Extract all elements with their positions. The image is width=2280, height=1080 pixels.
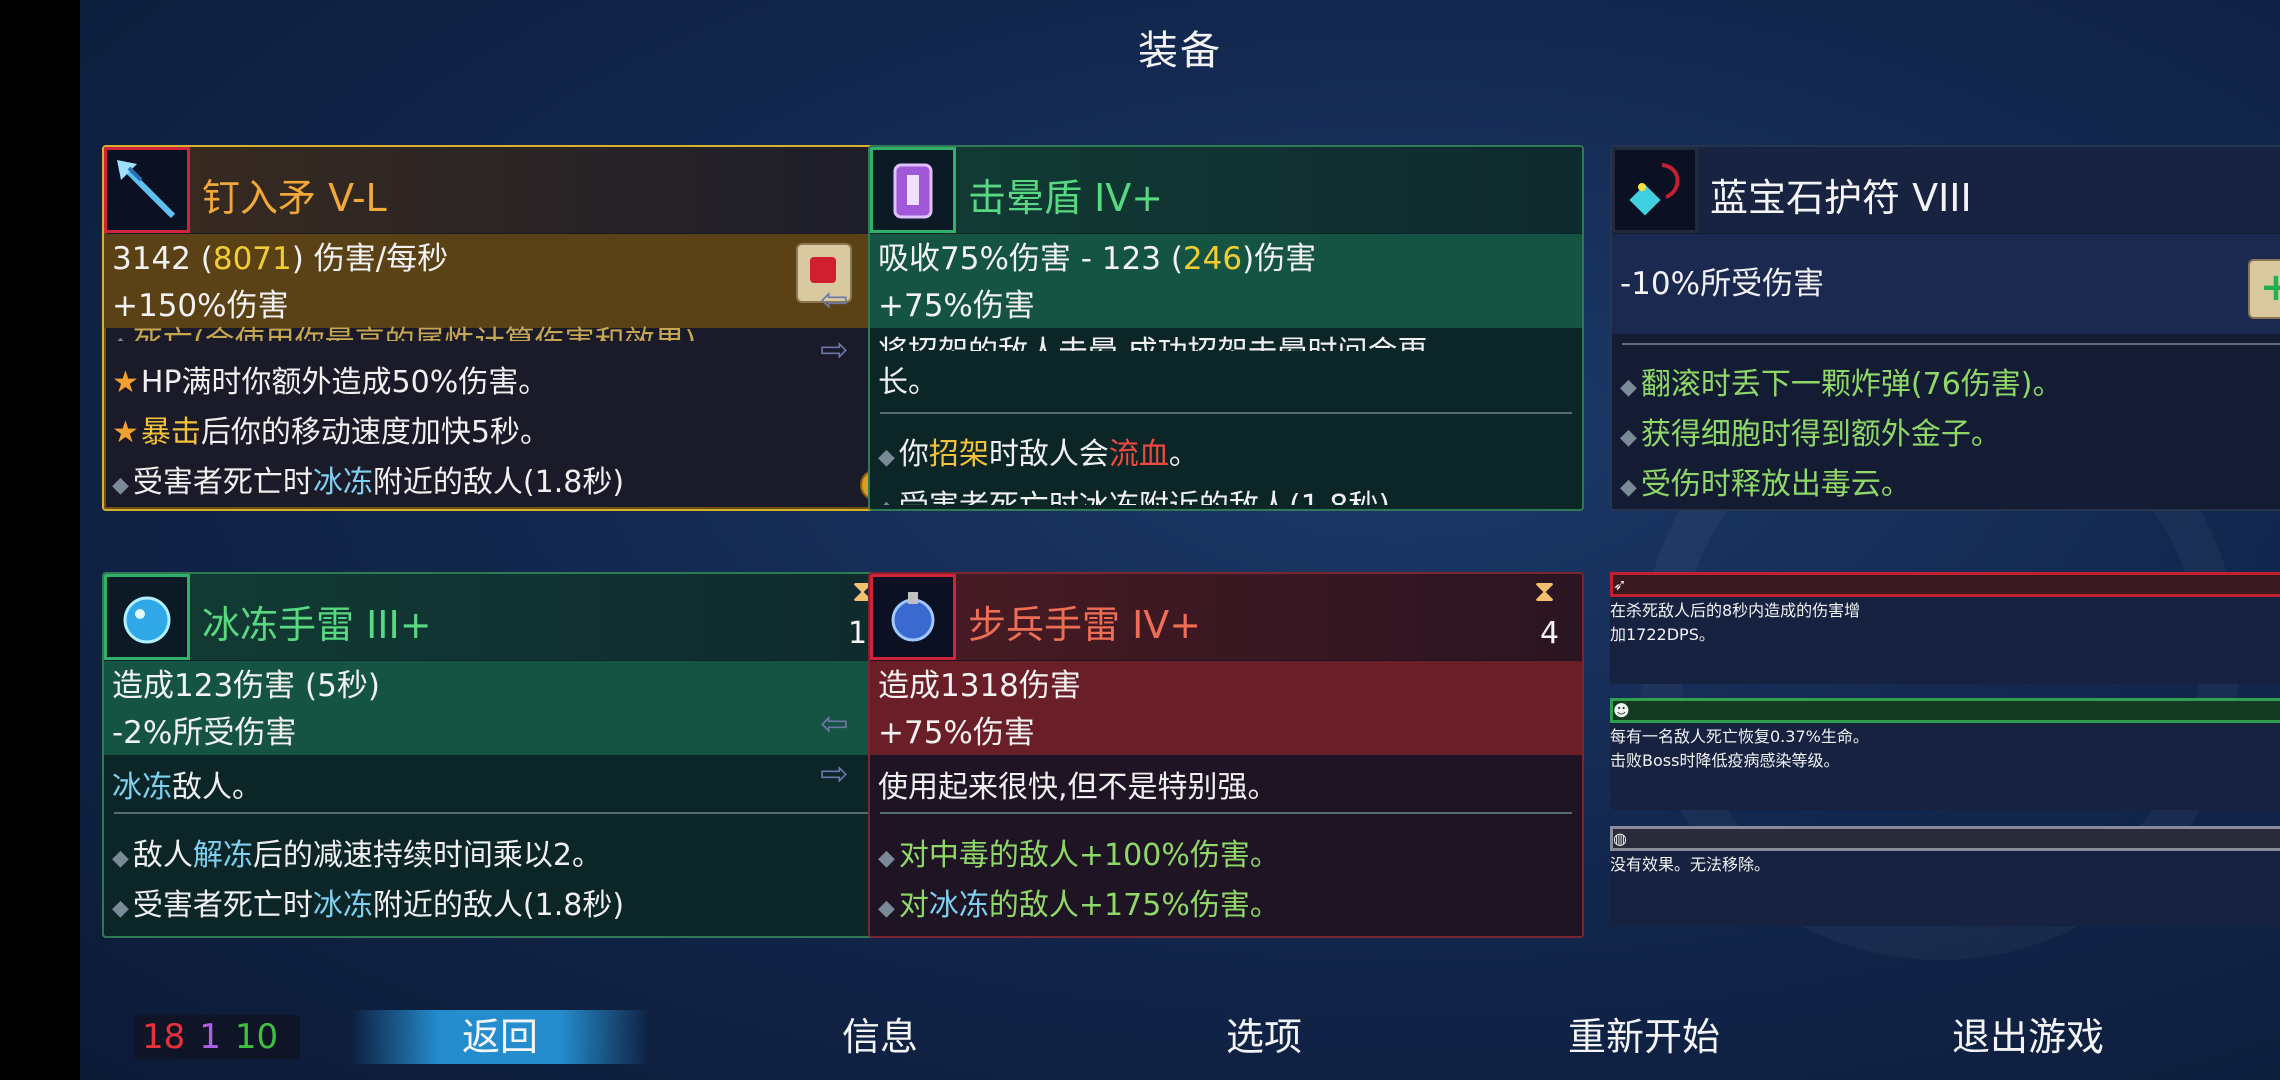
cooldown: 4 [1540, 616, 1560, 651]
perk-thaw-slow: ◆ 敌人解冻后的减速持续时间乘以2。 [112, 838, 603, 873]
divider [880, 412, 1572, 414]
dps-crit: 8071 [212, 241, 292, 277]
skill-slot-1[interactable]: 冰冻手雷 III+ ⧗ 18 造成123伤害 (5秒) -2%所受伤害 冰冻敌人… [102, 572, 902, 938]
mutation-3[interactable]: ◍ 没有效果。无法移除。 [1610, 826, 2280, 926]
quit-button[interactable]: 退出游戏 [1952, 1010, 2104, 1064]
desc-partial: 将招架的敌人击晕,成功招架击晕时间会更 [878, 327, 1428, 351]
mutation-2-text: 每有一名敌人死亡恢复0.37%生命。 击败Boss时降低疫病感染等级。 [1610, 727, 1869, 770]
survival-count: 10 [234, 1017, 279, 1057]
locked-mutation-icon: ◍ [1610, 826, 2280, 851]
swap-left-arrow-icon[interactable]: ⇦ [820, 704, 849, 744]
weapon-2-block: 吸收75%伤害 - 123 (246)伤害 [870, 234, 1582, 284]
weapon-2-bonus: +75%伤害 [870, 284, 1582, 328]
perk-partial: ◆受害者死亡时冰冻附近的敌人(1.8秒) [878, 481, 1390, 505]
mutation-1-text: 在杀死敌人后的8秒内造成的伤害增 加1722DPS。 [1610, 601, 1861, 644]
skill-2-desc: 使用起来很快,但不是特别强。 [878, 770, 1278, 805]
perk-frozen-bonus: ◆ 对冰冻的敌人+175%伤害。 [878, 888, 1280, 923]
amulet-stat: -10%所受伤害 [1612, 234, 2280, 334]
shield-icon [870, 147, 956, 233]
perk-toxic-cloud: ◆ 受伤时释放出毒云。 [1620, 467, 1911, 502]
hourglass-icon: ⧗ [1534, 574, 1556, 609]
skill-1-desc: 冰冻敌人。 [112, 770, 262, 805]
skill-1-header: 冰冻手雷 III+ [104, 574, 900, 660]
mutation-2[interactable]: ☻ 每有一名敌人死亡恢复0.37%生命。 击败Boss时降低疫病感染等级。 [1610, 698, 2280, 810]
perk-freeze-on-death: ◆ 受害者死亡时冰冻附近的敌人(1.8秒) [112, 888, 625, 923]
skill-2-bonus: +75%伤害 [870, 711, 1582, 755]
weapon-slot-2[interactable]: 击晕盾 IV+ 吸收75%伤害 - 123 (246)伤害 +75%伤害 将招架… [868, 145, 1584, 511]
swap-right-arrow-icon[interactable]: ⇨ [820, 330, 849, 370]
inventory-screen: 装备 钉入矛 V-L 3142 (8071) 伤害/每秒 +150%伤害 1 ◆… [80, 0, 2280, 1080]
skill-2-name: 步兵手雷 IV+ [968, 603, 1202, 647]
skill-2-header: 步兵手雷 IV+ [870, 574, 1582, 660]
infantry-grenade-icon [870, 574, 956, 660]
perk-extra-gold: ◆ 获得细胞时得到额外金子。 [1620, 417, 2001, 452]
crossbow-mutation-icon: ➶ [1610, 572, 2280, 597]
back-button[interactable]: 返回 [350, 1010, 650, 1064]
skill-1-damage: 造成123伤害 (5秒) [104, 661, 900, 711]
weapon-2-name: 击晕盾 IV+ [968, 176, 1164, 220]
star-icon: ★ [112, 415, 139, 450]
page-title: 装备 [1138, 28, 1222, 74]
divider [880, 812, 1572, 814]
tactics-count: 1 [199, 1017, 221, 1057]
weapon-2-header: 击晕盾 IV+ [870, 147, 1582, 233]
amulet-name: 蓝宝石护符 VIII [1710, 176, 1972, 220]
skill-1-defense: -2%所受伤害 [104, 711, 900, 755]
dps-unit: 伤害/每秒 [313, 241, 449, 277]
divider [114, 812, 890, 814]
swap-right-arrow-icon[interactable]: ⇨ [820, 754, 849, 794]
mutation-1[interactable]: ➶ 在杀死敌人后的8秒内造成的伤害增 加1722DPS。 [1610, 572, 2280, 684]
divider [1622, 343, 2280, 345]
weapon-1-header: 钉入矛 V-L [104, 147, 900, 233]
scroll-stats: 18 1 10 [134, 1015, 301, 1059]
desc-tail: 长。 [878, 365, 938, 400]
perk-crit-speed: ★暴击后你的移动速度加快5秒。 [112, 415, 550, 450]
scroll-icon [2248, 259, 2280, 319]
swap-left-arrow-icon[interactable]: ⇦ [820, 280, 849, 320]
perk-partial: ◆死亡(会使用你最高的属性计算伤害和效果) [112, 317, 696, 341]
star-icon: ★ [112, 365, 139, 400]
brutality-count: 18 [142, 1017, 186, 1057]
skill-2-damage: 造成1318伤害 [870, 661, 1582, 711]
dps-base: 3142 [112, 241, 191, 277]
amulet-header: 蓝宝石护符 VIII [1612, 147, 2280, 233]
restart-button[interactable]: 重新开始 [1568, 1010, 1720, 1064]
ice-grenade-icon [104, 574, 190, 660]
options-button[interactable]: 选项 [1226, 1010, 1302, 1064]
mutation-3-text: 没有效果。无法移除。 [1610, 855, 1771, 874]
perk-poisoned-bonus: ◆ 对中毒的敌人+100%伤害。 [878, 838, 1280, 873]
monster-mutation-icon: ☻ [1610, 698, 2280, 723]
amulet-slot[interactable]: 蓝宝石护符 VIII -10%所受伤害 2 ◆翻滚时丢下一颗炸弹(76伤害)。 … [1610, 145, 2280, 511]
weapon-1-name: 钉入矛 V-L [202, 176, 387, 220]
perk-hp-bonus: ★HP满时你额外造成50%伤害。 [112, 365, 549, 400]
perk-roll-bomb: ◆ 翻滚时丢下一颗炸弹(76伤害)。 [1620, 367, 2063, 402]
spear-icon [104, 147, 190, 233]
skill-1-name: 冰冻手雷 III+ [202, 603, 432, 647]
info-button[interactable]: 信息 [842, 1010, 918, 1064]
weapon-1-dps: 3142 (8071) 伤害/每秒 [104, 234, 900, 284]
weapon-slot-1[interactable]: 钉入矛 V-L 3142 (8071) 伤害/每秒 +150%伤害 1 ◆死亡(… [102, 145, 902, 511]
skill-slot-2[interactable]: 步兵手雷 IV+ ⧗ 4 造成1318伤害 +75%伤害 使用起来很快,但不是特… [868, 572, 1584, 938]
perk-parry-bleed: ◆ 你招架时敌人会流血。 [878, 437, 1199, 472]
perk-freeze-on-death: ◆ 受害者死亡时冰冻附近的敌人(1.8秒) [112, 465, 625, 500]
amulet-icon [1612, 147, 1698, 233]
